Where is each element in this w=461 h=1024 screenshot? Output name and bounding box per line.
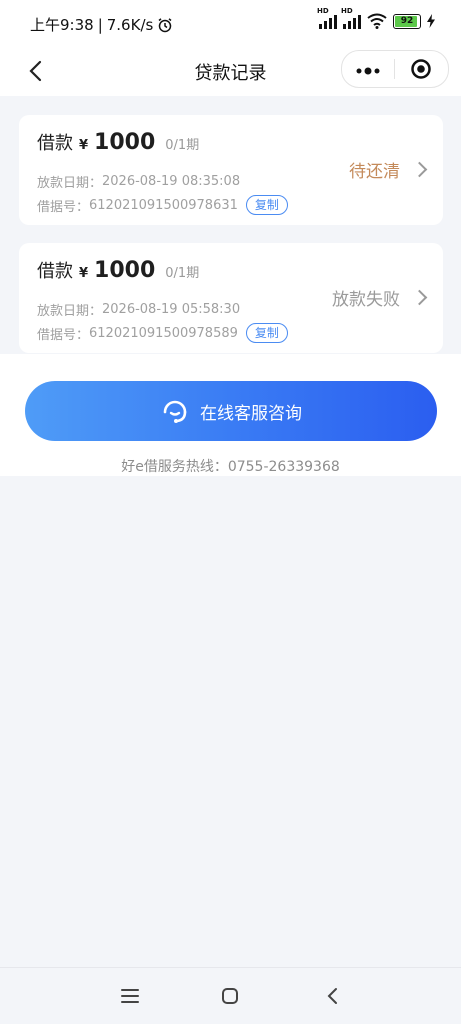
back-arrow-icon (327, 988, 337, 1004)
signal-icon-2: HD (341, 7, 361, 29)
status-area[interactable]: 待还清 (349, 157, 428, 182)
page: 上午9:38 | 7.6K/s HD HD 92 贷款记录 借款 ¥ 1000 … (0, 0, 461, 1024)
loan-label: 借款 (37, 261, 73, 282)
customer-service-section: 在线客服咨询 好e借服务热线：0755-26339368 (0, 354, 461, 476)
loan-amount-row: 借款 ¥ 1000 0/1期 (37, 129, 199, 155)
date-value: 2026-08-19 08:35:08 (102, 174, 241, 189)
alarm-icon (158, 17, 172, 32)
loan-amount-row: 借款 ¥ 1000 0/1期 (37, 257, 199, 283)
home-button[interactable] (218, 984, 242, 1008)
service-hotline: 好e借服务热线：0755-26339368 (121, 459, 340, 475)
loan-amount: 1000 (94, 258, 156, 283)
loan-term: 0/1期 (165, 266, 200, 281)
more-button[interactable] (342, 61, 394, 77)
loan-status: 待还清 (349, 162, 400, 182)
date-value: 2026-08-19 05:58:30 (102, 302, 241, 317)
status-bar: 上午9:38 | 7.6K/s HD HD 92 (0, 0, 461, 48)
online-service-label: 在线客服咨询 (200, 403, 302, 424)
target-icon (411, 59, 431, 79)
miniprogram-capsule (341, 50, 449, 88)
more-dots-icon (356, 67, 380, 75)
recent-apps-button[interactable] (118, 984, 142, 1008)
loan-id-value: 612021091500978631 (89, 197, 238, 213)
loan-id-row: 借据号： 612021091500978631 复制 (37, 195, 288, 215)
navigation-bar: 贷款记录 (0, 48, 461, 96)
disbursement-date: 放款日期： 2026-08-19 05:58:30 (37, 300, 240, 319)
status-net-speed: 7.6K/s (106, 15, 154, 34)
loan-amount: 1000 (94, 130, 156, 155)
signal-icon: HD (317, 7, 337, 29)
currency-symbol: ¥ (79, 266, 89, 281)
status-divider: | (97, 15, 103, 34)
loan-id-row: 借据号： 612021091500978589 复制 (37, 323, 288, 343)
chevron-right-icon (411, 161, 428, 178)
loan-id-value: 612021091500978589 (89, 325, 238, 341)
customer-service-icon (163, 400, 187, 423)
date-label: 放款日期： (37, 176, 103, 191)
system-back-button[interactable] (320, 984, 344, 1008)
loan-term: 0/1期 (165, 138, 200, 153)
loan-id-label: 借据号： (37, 199, 90, 215)
system-navigation-bar (0, 967, 461, 1024)
status-left: 上午9:38 | 7.6K/s (30, 14, 173, 35)
loan-label: 借款 (37, 133, 73, 154)
status-area[interactable]: 放款失败 (332, 285, 428, 310)
close-miniprogram-button[interactable] (395, 58, 447, 80)
menu-icon (121, 989, 139, 1003)
chevron-right-icon (411, 289, 428, 306)
currency-symbol: ¥ (79, 138, 89, 153)
disbursement-date: 放款日期： 2026-08-19 08:35:08 (37, 172, 240, 191)
copy-button[interactable]: 复制 (245, 323, 288, 343)
loan-id-label: 借据号： (37, 327, 90, 343)
status-time: 上午9:38 (30, 16, 94, 34)
charging-icon (427, 14, 435, 28)
battery-level: 92 (400, 16, 414, 26)
wifi-icon (367, 13, 387, 29)
loan-status: 放款失败 (332, 290, 400, 310)
online-service-button[interactable]: 在线客服咨询 (25, 381, 437, 441)
home-square-icon (222, 988, 238, 1004)
copy-button[interactable]: 复制 (245, 195, 288, 215)
status-right: HD HD 92 (317, 7, 435, 29)
loan-card[interactable]: 借款 ¥ 1000 0/1期 放款日期： 2026-08-19 08:35:08… (19, 115, 443, 225)
date-label: 放款日期： (37, 304, 103, 319)
battery-icon: 92 (393, 13, 421, 29)
loan-card[interactable]: 借款 ¥ 1000 0/1期 放款日期： 2026-08-19 05:58:30… (19, 243, 443, 353)
